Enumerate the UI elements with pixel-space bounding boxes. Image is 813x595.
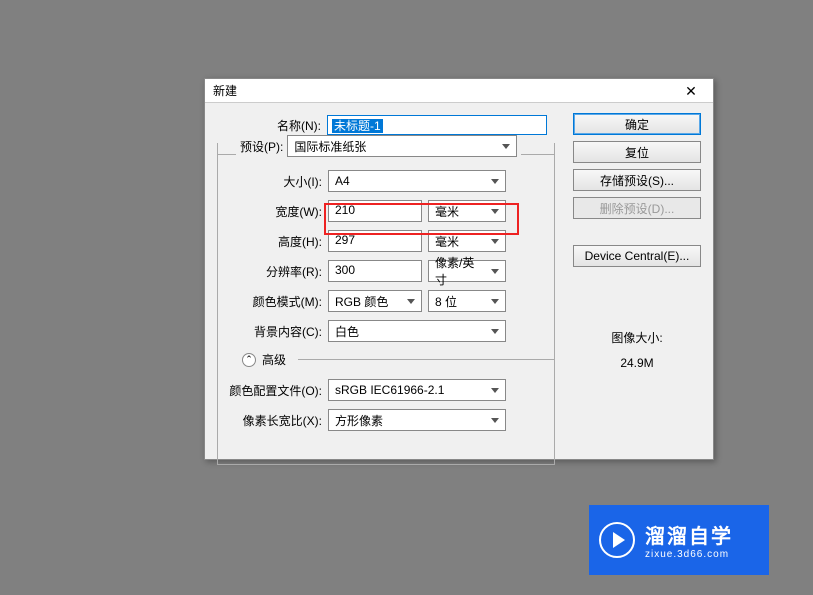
play-icon	[599, 522, 635, 558]
preset-select[interactable]: 国际标准纸张	[287, 135, 517, 157]
height-label: 高度(H):	[218, 233, 328, 250]
save-preset-label: 存储预设(S)...	[600, 172, 674, 189]
image-size-label: 图像大小:	[573, 329, 701, 346]
background-select[interactable]: 白色	[328, 320, 506, 342]
device-central-label: Device Central(E)...	[585, 249, 690, 263]
size-select[interactable]: A4	[328, 170, 506, 192]
image-size-info: 图像大小: 24.9M	[573, 329, 701, 370]
width-unit: 毫米	[435, 203, 459, 220]
colormode-select[interactable]: RGB 颜色	[328, 290, 422, 312]
advanced-toggle[interactable]: ⌃ 高级	[242, 351, 554, 368]
size-label: 大小(I):	[218, 173, 328, 190]
preset-label: 预设(P):	[240, 138, 283, 155]
dialog-title: 新建	[213, 82, 237, 99]
profile-label: 颜色配置文件(O):	[218, 382, 328, 399]
width-value: 210	[335, 203, 355, 217]
size-value: A4	[335, 174, 350, 188]
name-label: 名称(N):	[217, 117, 327, 134]
resolution-input[interactable]: 300	[328, 260, 422, 282]
delete-preset-button: 删除预设(D)...	[573, 197, 701, 219]
profile-select[interactable]: sRGB IEC61966-2.1	[328, 379, 506, 401]
titlebar[interactable]: 新建 ✕	[205, 79, 713, 103]
height-input[interactable]: 297	[328, 230, 422, 252]
watermark-sub: zixue.3d66.com	[645, 549, 733, 560]
divider	[298, 359, 554, 360]
resolution-label: 分辨率(R):	[218, 263, 328, 280]
height-unit: 毫米	[435, 233, 459, 250]
width-label: 宽度(W):	[218, 203, 328, 220]
close-button[interactable]: ✕	[671, 79, 711, 103]
save-preset-button[interactable]: 存储预设(S)...	[573, 169, 701, 191]
reset-button[interactable]: 复位	[573, 141, 701, 163]
name-value: 未标题-1	[332, 119, 383, 133]
advanced-label: 高级	[262, 351, 286, 368]
background-value: 白色	[335, 323, 359, 340]
width-input[interactable]: 210	[328, 200, 422, 222]
device-central-button[interactable]: Device Central(E)...	[573, 245, 701, 267]
pixelratio-label: 像素长宽比(X):	[218, 412, 328, 429]
close-icon: ✕	[685, 83, 697, 100]
delete-preset-label: 删除预设(D)...	[600, 200, 675, 217]
height-unit-select[interactable]: 毫米	[428, 230, 506, 252]
colordepth-value: 8 位	[435, 293, 457, 310]
chevron-icon: ⌃	[242, 353, 256, 367]
dialog-content: 名称(N): 未标题-1 预设(P): 国际标准纸张 大小(I):	[205, 103, 713, 459]
width-unit-select[interactable]: 毫米	[428, 200, 506, 222]
colormode-label: 颜色模式(M):	[218, 293, 328, 310]
image-size-value: 24.9M	[573, 356, 701, 370]
reset-label: 复位	[625, 144, 649, 161]
resolution-unit-select[interactable]: 像素/英寸	[428, 260, 506, 282]
pixelratio-select[interactable]: 方形像素	[328, 409, 506, 431]
background-label: 背景内容(C):	[218, 323, 328, 340]
height-value: 297	[335, 233, 355, 247]
pixelratio-value: 方形像素	[335, 412, 383, 429]
colormode-value: RGB 颜色	[335, 293, 388, 310]
resolution-value: 300	[335, 263, 355, 277]
resolution-unit: 像素/英寸	[435, 254, 483, 288]
preset-fieldset: 预设(P): 国际标准纸张 大小(I): A4 宽度(W):	[217, 143, 555, 465]
watermark-main: 溜溜自学	[645, 520, 733, 549]
preset-value: 国际标准纸张	[294, 138, 366, 155]
watermark: 溜溜自学 zixue.3d66.com	[589, 505, 769, 575]
ok-label: 确定	[625, 116, 649, 133]
ok-button[interactable]: 确定	[573, 113, 701, 135]
colordepth-select[interactable]: 8 位	[428, 290, 506, 312]
profile-value: sRGB IEC61966-2.1	[335, 383, 444, 397]
side-buttons: 确定 复位 存储预设(S)... 删除预设(D)... Device Centr…	[573, 113, 701, 267]
new-document-dialog: 新建 ✕ 名称(N): 未标题-1 预设(P): 国际标准纸张	[204, 78, 714, 460]
name-input[interactable]: 未标题-1	[327, 115, 547, 135]
